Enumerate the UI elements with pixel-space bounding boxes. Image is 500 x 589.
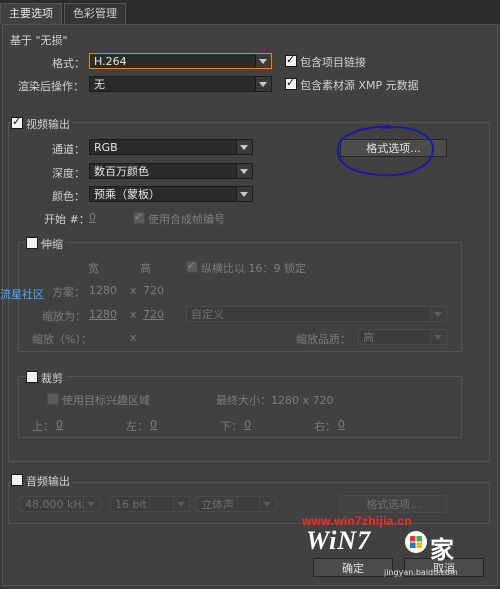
ok-button[interactable]: 确定: [313, 558, 393, 577]
audio-output-title: 音频输出: [26, 473, 73, 489]
rendering-width: 1280: [89, 284, 117, 297]
audio-bits-dropdown[interactable]: 16 bit: [110, 496, 190, 512]
stretch-preset-value: 自定义: [191, 308, 224, 321]
width-header: 宽: [88, 262, 99, 275]
stretch-to-x: x: [130, 308, 137, 321]
stretch-checkbox[interactable]: [26, 237, 38, 249]
rendering-height: 720: [143, 284, 164, 297]
include-xmp-label: 包含素材源 XMP 元数据: [300, 79, 419, 92]
audio-rate-value: 48.000 kHz: [25, 498, 88, 511]
stretch-quality-label: 缩放品质：: [296, 333, 351, 346]
crop-right-label: 右：: [314, 420, 336, 433]
include-project-link-label: 包含项目链接: [300, 56, 366, 69]
post-render-label: 渲染后操作：: [18, 80, 84, 93]
tab-color-management[interactable]: 色彩管理: [64, 3, 126, 24]
watermark-small-url: jingyan.baidu.com: [384, 568, 458, 577]
channel-label: 通道：: [52, 143, 85, 156]
format-dropdown[interactable]: H.264: [89, 53, 272, 69]
depth-dropdown[interactable]: 数百万颜色: [89, 163, 253, 179]
include-project-link-checkbox[interactable]: [285, 53, 297, 67]
use-roi-label: 使用目标兴趣区域: [62, 394, 150, 407]
chevron-down-icon: [430, 307, 446, 321]
crop-checkbox[interactable]: [26, 371, 38, 383]
lock-aspect-label: 纵横比以 16：9 锁定: [201, 262, 306, 275]
channel-value: RGB: [94, 141, 118, 154]
chevron-down-icon: [255, 77, 271, 91]
stretch-quality-value: 高: [363, 331, 374, 344]
crop-left-label: 左：: [126, 420, 148, 433]
format-label: 格式：: [52, 57, 85, 70]
chevron-down-icon: [236, 187, 252, 201]
stretch-title: 伸缩: [41, 236, 66, 252]
crop-top-value[interactable]: 0: [56, 418, 63, 431]
height-header: 高: [140, 262, 151, 275]
channel-dropdown[interactable]: RGB: [89, 139, 253, 155]
depth-label: 深度：: [52, 167, 85, 180]
watermark-brand: WiN7: [306, 526, 372, 555]
depth-value: 数百万颜色: [94, 165, 149, 178]
post-render-dropdown[interactable]: 无: [89, 76, 272, 92]
chevron-down-icon: [236, 140, 252, 154]
post-render-value: 无: [94, 78, 105, 91]
format-value: H.264: [94, 55, 127, 68]
use-comp-frame-checkbox[interactable]: [133, 210, 145, 224]
audio-bits-value: 16 bit: [115, 498, 147, 511]
stretch-quality-dropdown[interactable]: 高: [358, 329, 447, 345]
start-number-value[interactable]: 0: [89, 211, 96, 224]
use-comp-frame-label: 使用合成帧编号: [148, 213, 225, 226]
chevron-down-icon: [83, 497, 99, 511]
crop-right-value[interactable]: 0: [338, 418, 345, 431]
video-output-title: 视频输出: [26, 116, 73, 132]
chevron-down-icon: [173, 497, 189, 511]
include-xmp-checkbox[interactable]: [285, 76, 297, 90]
watermark-brand-cn: 家: [430, 536, 454, 564]
start-number-label: 开始 #：: [44, 213, 90, 226]
crop-bottom-value[interactable]: 0: [244, 418, 251, 431]
stretch-to-width[interactable]: 1280: [89, 308, 117, 321]
stretch-percent-x: x: [130, 331, 137, 344]
based-on-title: 基于 "无损": [10, 34, 68, 47]
stretch-to-height[interactable]: 720: [143, 308, 164, 321]
audio-format-options-button[interactable]: 格式选项...: [340, 495, 447, 513]
crop-bottom-label: 下：: [220, 420, 242, 433]
annotation-circle: [336, 125, 435, 177]
rendering-x: x: [130, 284, 137, 297]
crop-left-value[interactable]: 0: [150, 418, 157, 431]
chevron-down-icon: [236, 164, 252, 178]
audio-rate-dropdown[interactable]: 48.000 kHz: [20, 496, 100, 512]
stretch-percent-label: 缩放（%）：: [32, 333, 92, 346]
chevron-down-icon: [255, 54, 271, 68]
windows-logo-icon: [405, 531, 427, 553]
color-label: 颜色：: [52, 190, 85, 203]
color-dropdown[interactable]: 预乘（蒙板）: [89, 186, 253, 202]
color-value: 预乘（蒙板）: [94, 188, 160, 201]
use-roi-checkbox[interactable]: [47, 393, 59, 405]
lock-aspect-checkbox[interactable]: [186, 259, 198, 273]
chevron-down-icon: [430, 330, 446, 344]
tab-main-options[interactable]: 主要选项: [0, 3, 62, 24]
rendering-label: 方案：: [52, 286, 85, 299]
tab-bar: 主要选项 色彩管理: [0, 0, 500, 24]
crop-top-label: 上：: [32, 420, 54, 433]
crop-title: 裁剪: [41, 370, 66, 386]
video-output-checkbox[interactable]: [11, 115, 23, 129]
audio-channels-value: 立体声: [201, 498, 234, 511]
stretch-preset-dropdown[interactable]: 自定义: [186, 306, 447, 322]
chevron-down-icon: [259, 497, 275, 511]
side-community-text: 流星社区: [0, 288, 44, 301]
audio-channels-dropdown[interactable]: 立体声: [196, 496, 276, 512]
stretch-to-label: 缩放为：: [42, 310, 86, 323]
final-size-label: 最终大小：1280 x 720: [216, 394, 334, 407]
audio-output-checkbox[interactable]: [11, 474, 23, 486]
